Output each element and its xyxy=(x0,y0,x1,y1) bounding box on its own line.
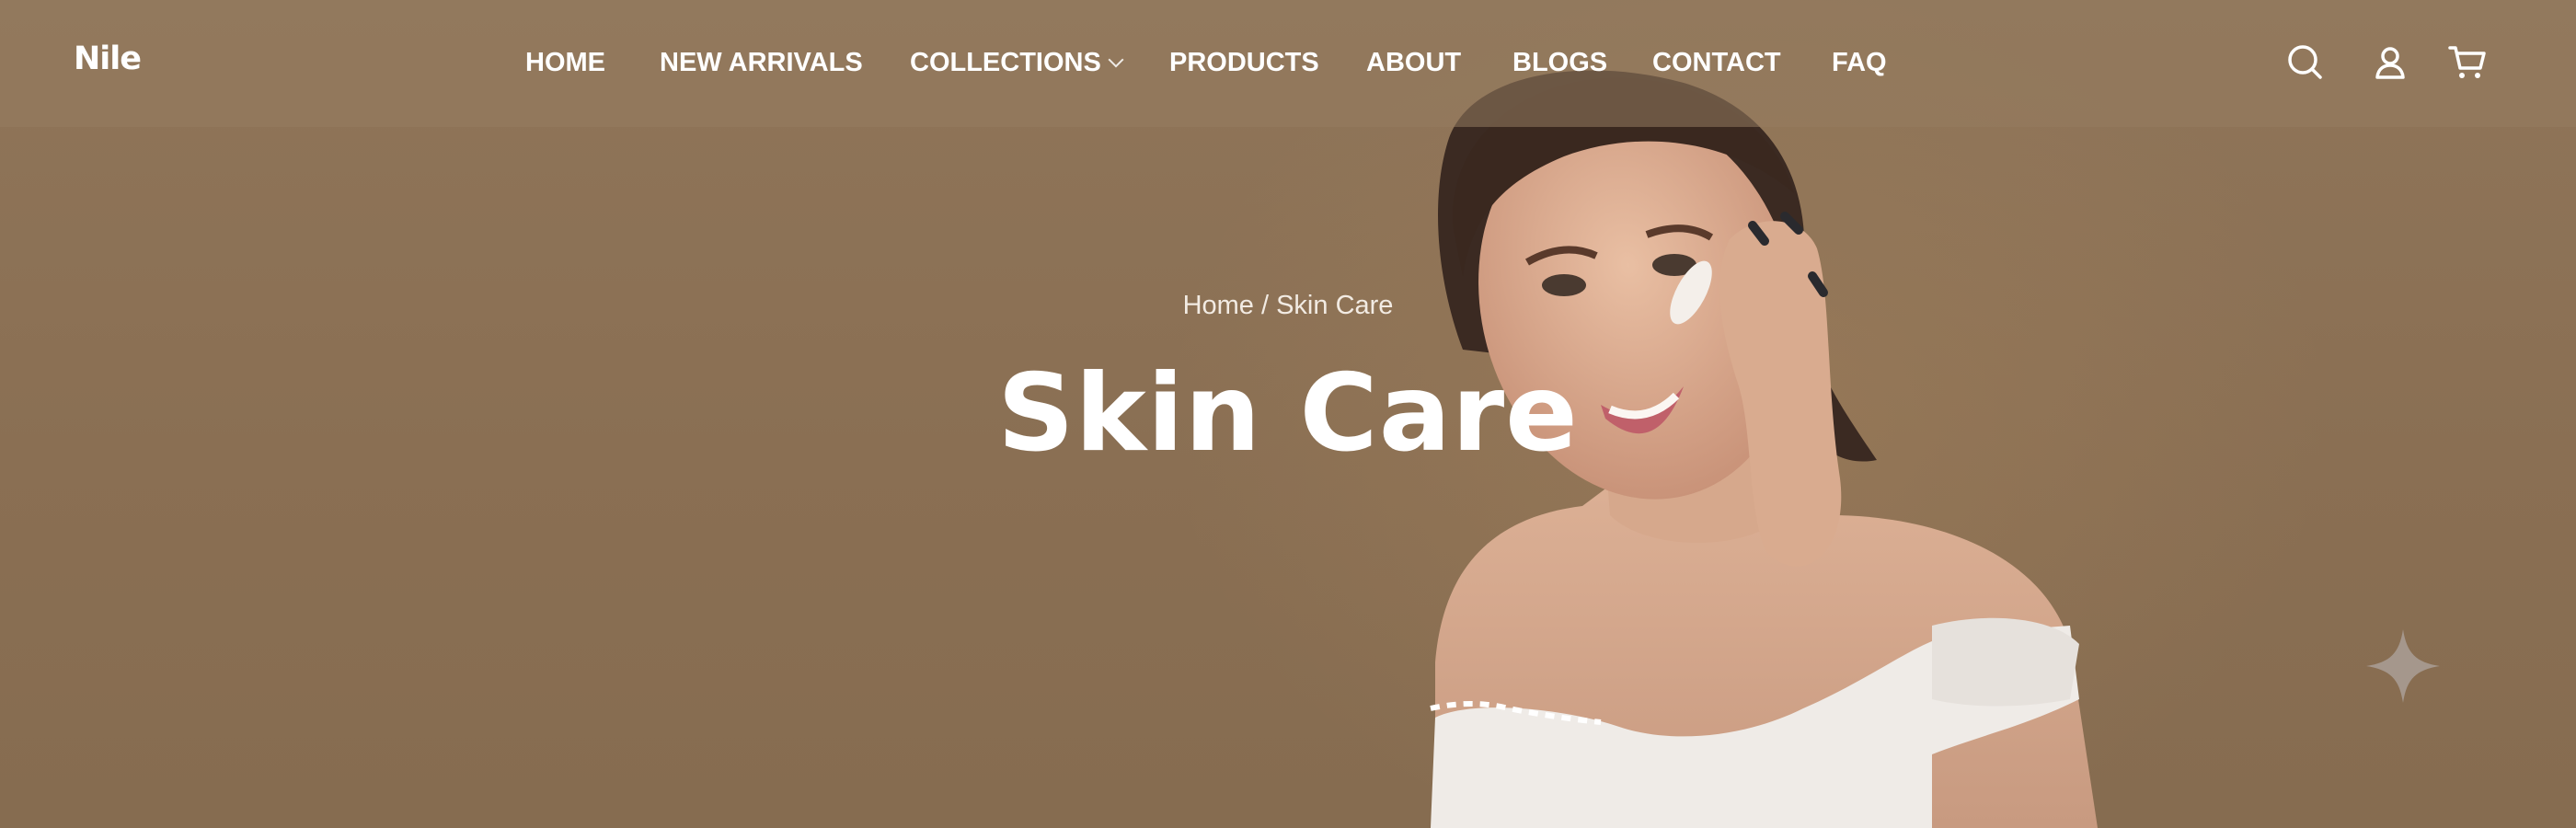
search-button[interactable] xyxy=(2285,42,2326,83)
nav-new-arrivals[interactable]: NEW ARRIVALS xyxy=(660,44,863,81)
search-icon xyxy=(2288,45,2322,79)
nav-home[interactable]: HOME xyxy=(525,44,605,81)
breadcrumb-separator: / xyxy=(1253,291,1277,320)
nav-faq[interactable]: FAQ xyxy=(1832,44,1887,81)
user-icon xyxy=(2375,47,2405,79)
chevron-down-icon xyxy=(1108,52,1124,68)
breadcrumb-current: Skin Care xyxy=(1276,291,1394,320)
nav-blogs[interactable]: BLOGS xyxy=(1512,44,1607,81)
page-title: Skin Care xyxy=(997,351,1579,476)
nav-collections-label: COLLECTIONS xyxy=(910,48,1101,77)
nav-about[interactable]: ABOUT xyxy=(1366,44,1461,81)
nav-collections[interactable]: COLLECTIONS xyxy=(910,44,1124,81)
nav-contact[interactable]: CONTACT xyxy=(1652,44,1781,81)
breadcrumb: Home / Skin Care xyxy=(0,291,2576,321)
cart-button[interactable] xyxy=(2447,42,2488,83)
main-nav: HOME NEW ARRIVALS COLLECTIONS PRODUCTS A… xyxy=(0,44,2576,81)
cart-icon xyxy=(2448,46,2486,78)
sparkle-icon xyxy=(2366,629,2440,703)
site-header: Nile HOME NEW ARRIVALS COLLECTIONS PRODU… xyxy=(0,0,2576,127)
nav-products[interactable]: PRODUCTS xyxy=(1169,44,1319,81)
account-button[interactable] xyxy=(2370,42,2410,83)
breadcrumb-home-link[interactable]: Home xyxy=(1183,291,1254,320)
